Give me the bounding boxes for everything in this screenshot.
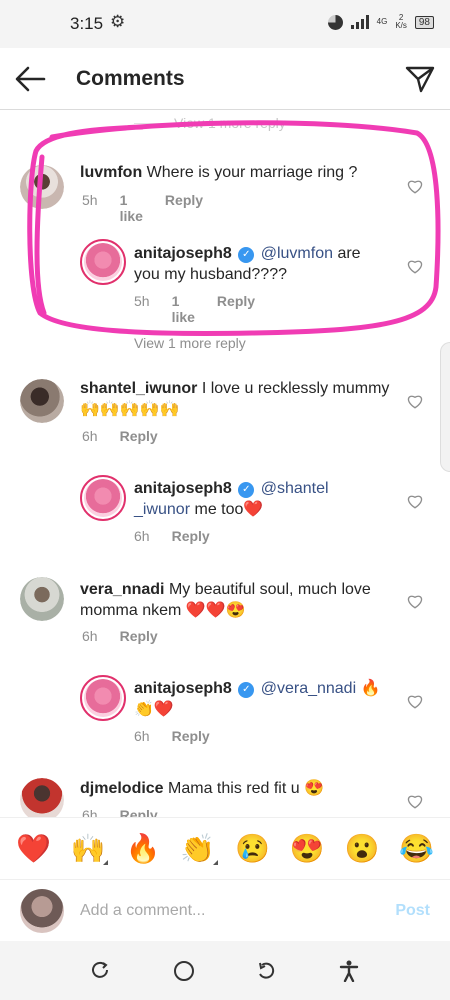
verified-badge-icon: ✓	[238, 247, 255, 263]
comment-body: Where is your marriage ring ?	[146, 164, 358, 181]
reply-button[interactable]: Reply	[217, 293, 255, 325]
like-heart-icon[interactable]	[406, 592, 424, 610]
comment-likes[interactable]: 1 like	[120, 192, 143, 224]
avatar[interactable]	[80, 675, 126, 721]
comment-meta: 6h Reply	[82, 428, 158, 444]
comment-username[interactable]: shantel_iwunor	[80, 380, 197, 397]
avatar[interactable]	[20, 577, 64, 621]
like-heart-icon[interactable]	[406, 257, 424, 275]
comment-input[interactable]	[80, 894, 380, 928]
reply-text: anitajoseph8 ✓ @luvmfon are you my husba…	[134, 243, 384, 285]
comment-time: 6h	[82, 807, 98, 817]
reply-button[interactable]: Reply	[120, 628, 158, 644]
status-time: 3:15	[70, 14, 104, 33]
comment-body: Mama this red fit u 😍	[168, 780, 324, 797]
battery-icon: 98	[414, 15, 434, 29]
comment-text: vera_nnadi My beautiful soul, much love …	[80, 579, 400, 621]
comment-time: 6h	[134, 728, 150, 744]
mention-link[interactable]: @vera_nnadi	[261, 680, 356, 697]
current-user-avatar	[20, 889, 64, 933]
back-arrow-icon[interactable]	[12, 62, 48, 96]
comment-time: 5h	[82, 192, 98, 208]
like-heart-icon[interactable]	[406, 792, 424, 810]
comment-text: djmelodice Mama this red fit u 😍	[80, 778, 400, 799]
comment-username[interactable]: anitajoseph8	[134, 245, 232, 262]
comment-username[interactable]: anitajoseph8	[134, 480, 232, 497]
avatar[interactable]	[20, 778, 64, 817]
scroll-handle[interactable]	[440, 342, 450, 472]
verified-badge-icon: ✓	[238, 482, 255, 498]
comment-username[interactable]: vera_nnadi	[80, 581, 164, 598]
comment-username[interactable]: anitajoseph8	[134, 680, 232, 697]
emoji-fire-button[interactable]: 🔥	[123, 832, 163, 865]
comment-time: 6h	[82, 628, 98, 644]
network-type: 4G	[376, 17, 388, 26]
comments-list[interactable]: View 1 more reply luvmfon Where is your …	[0, 111, 450, 817]
post-button[interactable]: Post	[395, 902, 430, 920]
like-heart-icon[interactable]	[406, 392, 424, 410]
emoji-clap-button[interactable]: 👏	[178, 832, 218, 865]
comment-likes[interactable]: 1 like	[172, 293, 195, 325]
mention-link[interactable]: @luvmfon	[261, 245, 333, 262]
reply-button[interactable]: Reply	[172, 528, 210, 544]
signal-icon	[350, 15, 369, 29]
comment-username[interactable]: luvmfon	[80, 164, 142, 181]
comment-username[interactable]: djmelodice	[80, 780, 164, 797]
comment-meta: 6h Reply	[134, 528, 210, 544]
settings-gear-icon: ⚙	[110, 12, 126, 31]
direct-message-icon[interactable]	[404, 63, 436, 95]
comment-meta: 5h 1 like Reply	[134, 293, 255, 325]
emoji-laughing-button[interactable]: 😂	[397, 832, 437, 865]
reply-text: anitajoseph8 ✓ @shantel _iwunor me too❤️	[134, 478, 384, 520]
comment-meta: 6h Reply	[134, 728, 210, 744]
view-more-replies[interactable]: View 1 more reply	[134, 335, 246, 351]
comment-meta: 6h Reply	[82, 628, 158, 644]
avatar[interactable]	[80, 475, 126, 521]
comment-text: shantel_iwunor I love u recklessly mummy…	[80, 378, 390, 420]
emoji-heart-eyes-button[interactable]: 😍	[287, 832, 327, 865]
status-indicators: 4G 2 K/s 98	[327, 13, 434, 30]
reply-button[interactable]: Reply	[120, 807, 158, 817]
comment-composer: Post	[0, 879, 450, 941]
comment-time: 6h	[134, 528, 150, 544]
view-more-replies-top[interactable]: View 1 more reply	[134, 115, 286, 131]
reply-button[interactable]: Reply	[172, 728, 210, 744]
accessibility-icon[interactable]	[337, 959, 361, 983]
avatar[interactable]	[20, 379, 64, 423]
comment-time: 6h	[82, 428, 98, 444]
like-heart-icon[interactable]	[406, 177, 424, 195]
comment-meta: 5h 1 like Reply	[82, 192, 203, 224]
app-bar: Comments	[0, 48, 450, 110]
emoji-crying-button[interactable]: 😢	[232, 832, 272, 865]
emoji-raised-hands-button[interactable]: 🙌	[68, 832, 109, 865]
comment-meta: 6h Reply	[82, 807, 158, 817]
status-bar: 3:15 ⚙ 4G 2 K/s 98	[0, 0, 450, 48]
home-icon[interactable]	[172, 959, 196, 983]
emoji-surprised-button[interactable]: 😮	[342, 832, 382, 865]
data-saver-icon	[327, 14, 343, 30]
verified-badge-icon: ✓	[238, 682, 255, 698]
like-heart-icon[interactable]	[406, 692, 424, 710]
reply-button[interactable]: Reply	[165, 192, 203, 224]
avatar[interactable]	[80, 239, 126, 285]
comment-time: 5h	[134, 293, 150, 309]
reply-text: anitajoseph8 ✓ @vera_nnadi 🔥 👏❤️	[134, 678, 394, 720]
emoji-heart-button[interactable]: ❤️	[13, 832, 53, 865]
network-speed: 2 K/s	[395, 13, 407, 30]
back-nav-icon[interactable]	[254, 959, 278, 983]
comment-body: me too❤️	[194, 501, 264, 518]
comment-text: luvmfon Where is your marriage ring ?	[80, 162, 390, 183]
avatar[interactable]	[20, 165, 64, 209]
page-title: Comments	[76, 67, 185, 90]
emoji-bar: ❤️ 🙌 🔥 👏 😢 😍 😮 😂	[0, 817, 450, 879]
like-heart-icon[interactable]	[406, 492, 424, 510]
recent-apps-icon[interactable]	[89, 959, 113, 983]
system-nav-bar	[0, 941, 450, 1000]
reply-button[interactable]: Reply	[120, 428, 158, 444]
